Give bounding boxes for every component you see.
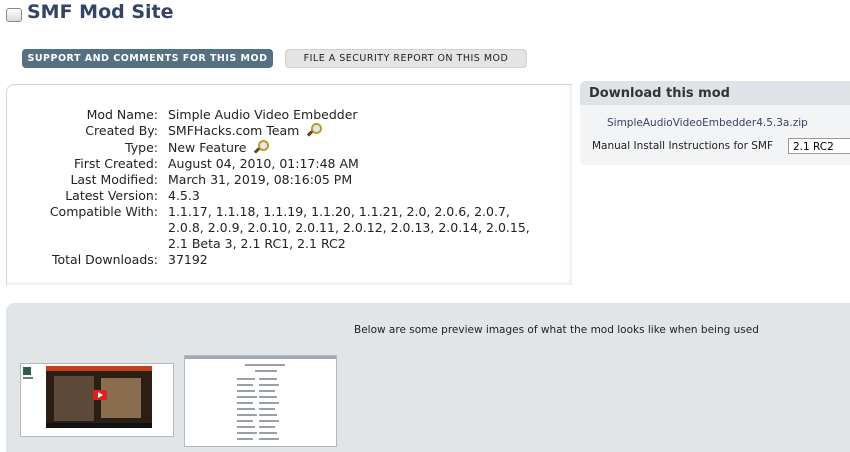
mod-info-panel: Mod Name: Simple Audio Video Embedder Cr… — [6, 84, 572, 285]
info-row-last-modified: Last Modified: March 31, 2019, 08:16:05 … — [7, 172, 572, 188]
download-title: Download this mod — [580, 81, 850, 105]
info-row-first-created: First Created: August 04, 2010, 01:17:48… — [7, 156, 572, 172]
magnifier-icon[interactable] — [253, 140, 270, 154]
mod-name-value: Simple Audio Video Embedder — [168, 107, 358, 122]
info-label: Compatible With: — [49, 204, 158, 219]
created-by-value: SMFHacks.com Team — [168, 123, 323, 139]
site-title: SMF Mod Site — [27, 1, 174, 23]
info-label: Mod Name: — [86, 107, 158, 122]
info-label: First Created: — [74, 156, 158, 171]
info-label: Created By: — [85, 123, 158, 138]
info-row-total-downloads: Total Downloads: 37192 — [7, 252, 572, 268]
tab-security-report[interactable]: FILE A SECURITY REPORT ON THIS MOD — [285, 49, 527, 68]
magnifier-icon[interactable] — [306, 123, 323, 137]
info-label: Last Modified: — [70, 172, 158, 187]
smf-version-select[interactable]: 2.1 RC2 — [788, 138, 850, 154]
tab-support-comments[interactable]: SUPPORT AND COMMENTS FOR THIS MOD — [22, 49, 273, 68]
collapse-toggle[interactable] — [6, 8, 22, 22]
compatible-line-3: 2.1 Beta 3, 2.1 RC1, 2.1 RC2 — [168, 236, 346, 251]
type-value: New Feature — [168, 140, 270, 156]
manual-install-label: Manual Install Instructions for SMF — [592, 140, 773, 152]
info-row-compatible-with: Compatible With: 1.1.17, 1.1.18, 1.1.19,… — [7, 204, 572, 220]
compatible-line-2: 2.0.8, 2.0.9, 2.0.10, 2.0.11, 2.0.12, 2.… — [168, 220, 530, 235]
latest-version-value: 4.5.3 — [168, 188, 200, 203]
info-row-latest-version: Latest Version: 4.5.3 — [7, 188, 572, 204]
compatible-line-1: 1.1.17, 1.1.18, 1.1.19, 1.1.20, 1.1.21, … — [168, 204, 510, 219]
info-row-compatible-cont: 2.1 Beta 3, 2.1 RC1, 2.1 RC2 — [7, 236, 572, 252]
download-file-link[interactable]: SimpleAudioVideoEmbedder4.5.3a.zip — [607, 117, 808, 129]
author-link[interactable]: SMFHacks.com Team — [168, 123, 299, 138]
play-icon — [93, 390, 107, 400]
preview-caption: Below are some preview images of what th… — [354, 324, 759, 336]
header-bar: SMF Mod Site — [0, 0, 850, 30]
info-label: Total Downloads: — [51, 252, 158, 267]
info-label: Type: — [125, 140, 158, 155]
last-modified-value: March 31, 2019, 08:16:05 PM — [168, 172, 353, 187]
type-link[interactable]: New Feature — [168, 140, 246, 155]
mini-logo — [23, 367, 31, 375]
info-label: Latest Version: — [65, 188, 158, 203]
preview-area: Below are some preview images of what th… — [6, 303, 850, 452]
preview-thumbnail-2[interactable] — [184, 355, 337, 447]
download-panel: Download this mod SimpleAudioVideoEmbedd… — [580, 81, 850, 165]
info-row-compatible-cont: 2.0.8, 2.0.9, 2.0.10, 2.0.11, 2.0.12, 2.… — [7, 220, 572, 236]
info-row-mod-name: Mod Name: Simple Audio Video Embedder — [7, 107, 572, 123]
mini-text — [23, 377, 33, 379]
preview-thumbnail-1[interactable] — [20, 363, 174, 437]
info-row-created-by: Created By: SMFHacks.com Team — [7, 123, 572, 139]
total-downloads-value: 37192 — [168, 252, 208, 267]
first-created-value: August 04, 2010, 01:17:48 AM — [168, 156, 359, 171]
info-row-type: Type: New Feature — [7, 140, 572, 156]
video-player-preview — [46, 366, 152, 428]
